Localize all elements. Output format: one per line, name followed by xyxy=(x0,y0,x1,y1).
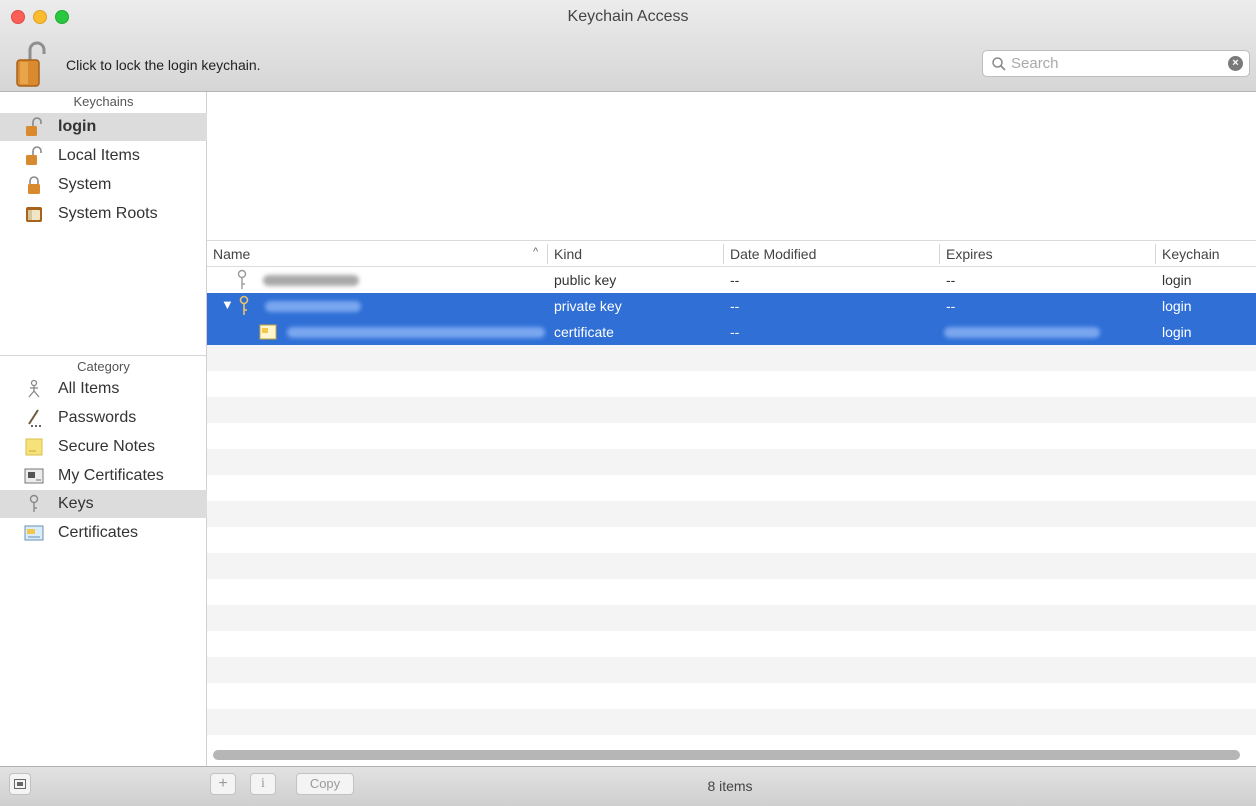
redacted-name xyxy=(263,275,359,286)
empty-row xyxy=(207,527,1256,553)
column-header-expires[interactable]: Expires xyxy=(946,246,993,262)
column-separator[interactable] xyxy=(939,244,940,264)
cell-keychain: login xyxy=(1162,298,1192,314)
category-header: Category xyxy=(0,355,207,375)
item-count-label: 8 items xyxy=(707,778,753,794)
key-icon xyxy=(237,269,247,289)
table-row[interactable]: certificate -- login xyxy=(207,319,1256,345)
empty-row xyxy=(207,345,1256,371)
search-icon xyxy=(992,57,1006,71)
sidebar-item-label: Passwords xyxy=(58,409,137,426)
certificate-icon xyxy=(259,324,277,340)
sidebar-item-label: System Roots xyxy=(58,205,158,222)
passwords-icon xyxy=(28,409,41,427)
cell-expires: -- xyxy=(946,272,956,288)
locked-padlock-icon xyxy=(28,176,40,194)
column-header-kind[interactable]: Kind xyxy=(554,246,582,262)
sidebar-item-passwords[interactable]: Passwords xyxy=(0,404,207,432)
empty-row xyxy=(207,709,1256,735)
sort-ascending-icon[interactable]: ^ xyxy=(533,246,538,258)
empty-row xyxy=(207,631,1256,657)
sidebar-item-label: Certificates xyxy=(58,524,139,541)
cell-kind: public key xyxy=(554,272,617,288)
sidebar-item-my-certificates[interactable]: My Certificates xyxy=(0,462,207,490)
certificate-icon xyxy=(24,525,44,541)
window-title: Keychain Access xyxy=(567,8,689,25)
unlocked-padlock-icon xyxy=(26,117,42,136)
redacted-name xyxy=(287,327,545,338)
empty-row xyxy=(207,683,1256,709)
sidebar-item-label: Keys xyxy=(58,495,94,512)
cell-keychain: login xyxy=(1162,324,1192,340)
note-icon xyxy=(25,438,43,456)
sidebar-item-system-roots[interactable]: System Roots xyxy=(0,200,207,228)
sidebar-item-all-items[interactable]: All Items xyxy=(0,375,207,403)
column-header-name[interactable]: Name xyxy=(213,246,250,262)
cell-kind: certificate xyxy=(554,324,614,340)
horizontal-scrollbar[interactable] xyxy=(213,750,1240,760)
cell-keychain: login xyxy=(1162,272,1192,288)
bottom-bar: + i Copy 8 items xyxy=(0,766,1256,806)
window-toolbar: Keychain Access Click to lock the login … xyxy=(0,0,1256,92)
empty-row xyxy=(207,397,1256,423)
sidebar-item-keys[interactable]: Keys xyxy=(0,490,207,518)
sidebar-item-certificates[interactable]: Certificates xyxy=(0,519,207,547)
cell-date-modified: -- xyxy=(730,272,740,288)
empty-row xyxy=(207,449,1256,475)
empty-row xyxy=(207,579,1256,605)
unlocked-padlock-icon xyxy=(16,41,46,87)
empty-row xyxy=(207,605,1256,631)
sidebar: Keychains login Local Items System Syste… xyxy=(0,92,207,766)
empty-row xyxy=(207,475,1256,501)
lock-status-label: Click to lock the login keychain. xyxy=(66,57,261,73)
sidebar-item-system[interactable]: System xyxy=(0,171,207,199)
empty-row xyxy=(207,423,1256,449)
keychains-header: Keychains xyxy=(73,94,134,109)
disclosure-triangle-icon[interactable]: ▼ xyxy=(221,297,234,312)
column-header-date-modified[interactable]: Date Modified xyxy=(730,246,816,262)
table-header: Name ^ Kind Date Modified Expires Keycha… xyxy=(207,241,1256,267)
empty-row xyxy=(207,501,1256,527)
table-row[interactable]: public key -- -- login xyxy=(207,267,1256,293)
clear-search-icon[interactable]: × xyxy=(1228,56,1243,71)
column-separator[interactable] xyxy=(547,244,548,264)
column-separator[interactable] xyxy=(1155,244,1156,264)
item-preview-pane xyxy=(207,92,1256,241)
sidebar-item-label: Secure Notes xyxy=(58,438,155,455)
cabinet-icon xyxy=(26,207,42,222)
search-field[interactable]: × xyxy=(982,50,1250,77)
sidebar-item-label: Local Items xyxy=(58,147,140,164)
sidebar-item-secure-notes[interactable]: Secure Notes xyxy=(0,433,207,461)
content-area: Name ^ Kind Date Modified Expires Keycha… xyxy=(207,92,1256,766)
sidebar-item-label: All Items xyxy=(58,380,120,397)
redacted-expires xyxy=(944,327,1100,338)
column-header-keychain[interactable]: Keychain xyxy=(1162,246,1220,262)
empty-row xyxy=(207,553,1256,579)
all-items-icon xyxy=(28,379,40,398)
empty-row xyxy=(207,657,1256,683)
cell-date-modified: -- xyxy=(730,298,740,314)
column-separator[interactable] xyxy=(723,244,724,264)
sidebar-item-local-items[interactable]: Local Items xyxy=(0,142,207,170)
sidebar-item-label: My Certificates xyxy=(58,467,164,484)
key-icon xyxy=(239,295,249,315)
search-input[interactable] xyxy=(1011,54,1211,73)
cell-expires: -- xyxy=(946,298,956,314)
certificate-card-icon xyxy=(24,468,44,484)
cell-date-modified: -- xyxy=(730,324,740,340)
sidebar-item-label: System xyxy=(58,176,112,193)
redacted-name xyxy=(265,301,361,312)
cell-kind: private key xyxy=(554,298,622,314)
sidebar-item-label: login xyxy=(58,118,97,135)
unlocked-padlock-icon xyxy=(26,146,42,165)
sidebar-item-login[interactable]: login xyxy=(0,113,207,141)
lock-keychain-button[interactable] xyxy=(14,40,48,88)
table-row[interactable]: ▼ private key -- -- login xyxy=(207,293,1256,319)
key-icon xyxy=(29,494,39,512)
empty-row xyxy=(207,371,1256,397)
